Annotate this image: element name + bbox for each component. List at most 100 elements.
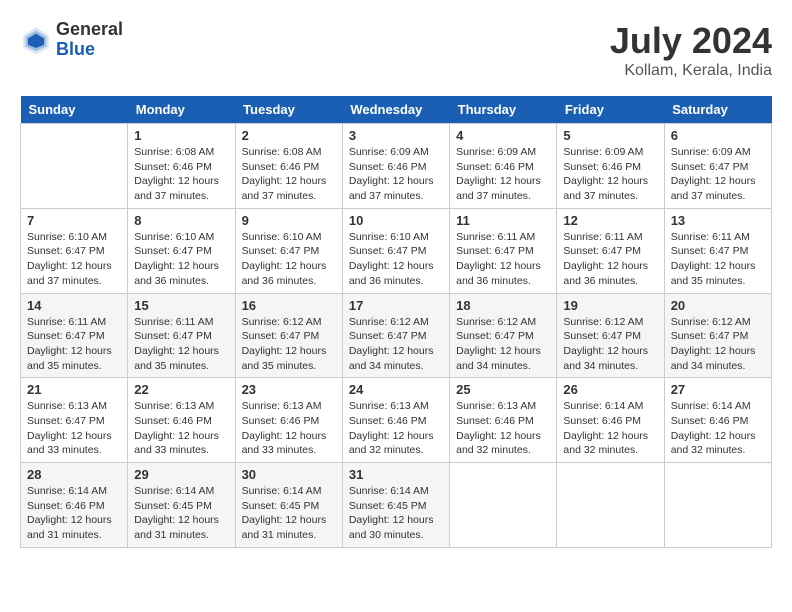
calendar-week-row: 1 Sunrise: 6:08 AMSunset: 6:46 PMDaylight… [21,124,772,209]
date-number: 23 [242,382,336,397]
cell-info: Sunrise: 6:12 AMSunset: 6:47 PMDaylight:… [671,315,765,374]
cell-info: Sunrise: 6:10 AMSunset: 6:47 PMDaylight:… [242,230,336,289]
cell-info: Sunrise: 6:08 AMSunset: 6:46 PMDaylight:… [242,145,336,204]
table-row: 10Sunrise: 6:10 AMSunset: 6:47 PMDayligh… [342,208,449,293]
cell-info: Sunrise: 6:14 AMSunset: 6:46 PMDaylight:… [563,399,657,458]
logo-general: General [56,20,123,40]
date-number: 1 [134,128,228,143]
logo-text: General Blue [56,20,123,60]
date-number: 29 [134,467,228,482]
date-number: 4 [456,128,550,143]
table-row: 17Sunrise: 6:12 AMSunset: 6:47 PMDayligh… [342,293,449,378]
title-area: July 2024 Kollam, Kerala, India [610,20,772,80]
header-sunday: Sunday [21,96,128,124]
date-number: 11 [456,213,550,228]
calendar-week-row: 7 Sunrise: 6:10 AMSunset: 6:47 PMDaylight… [21,208,772,293]
date-number: 16 [242,298,336,313]
cell-info: Sunrise: 6:09 AMSunset: 6:47 PMDaylight:… [671,145,765,204]
table-row: 26 Sunrise: 6:14 AMSunset: 6:46 PMDayligh… [557,378,664,463]
table-row: 24 Sunrise: 6:13 AMSunset: 6:46 PMDayligh… [342,378,449,463]
table-row: 28Sunrise: 6:14 AMSunset: 6:46 PMDayligh… [21,463,128,548]
table-row: 3Sunrise: 6:09 AMSunset: 6:46 PMDaylight… [342,124,449,209]
date-number: 19 [563,298,657,313]
cell-info: Sunrise: 6:14 AMSunset: 6:45 PMDaylight:… [242,484,336,543]
cell-info: Sunrise: 6:13 AMSunset: 6:46 PMDaylight:… [134,399,228,458]
cell-info: Sunrise: 6:12 AMSunset: 6:47 PMDaylight:… [242,315,336,374]
date-number: 15 [134,298,228,313]
table-row: 31 Sunrise: 6:14 AMSunset: 6:45 PMDayligh… [342,463,449,548]
cell-info: Sunrise: 6:09 AMSunset: 6:46 PMDaylight:… [349,145,443,204]
cell-info: Sunrise: 6:11 AMSunset: 6:47 PMDaylight:… [456,230,550,289]
cell-info: Sunrise: 6:13 AMSunset: 6:46 PMDaylight:… [242,399,336,458]
cell-info: Sunrise: 6:13 AMSunset: 6:46 PMDaylight:… [456,399,550,458]
date-number: 27 [671,382,765,397]
header-friday: Friday [557,96,664,124]
table-row: 9 Sunrise: 6:10 AMSunset: 6:47 PMDaylight… [235,208,342,293]
date-number: 20 [671,298,765,313]
table-row: 12 Sunrise: 6:11 AMSunset: 6:47 PMDayligh… [557,208,664,293]
date-number: 9 [242,213,336,228]
date-number: 2 [242,128,336,143]
cell-info: Sunrise: 6:10 AMSunset: 6:47 PMDaylight:… [134,230,228,289]
cell-info: Sunrise: 6:13 AMSunset: 6:47 PMDaylight:… [27,399,121,458]
date-number: 7 [27,213,121,228]
date-number: 22 [134,382,228,397]
calendar-week-row: 21 Sunrise: 6:13 AMSunset: 6:47 PMDayligh… [21,378,772,463]
table-row: 29Sunrise: 6:14 AMSunset: 6:45 PMDayligh… [128,463,235,548]
date-number: 24 [349,382,443,397]
table-row: 8Sunrise: 6:10 AMSunset: 6:47 PMDaylight… [128,208,235,293]
table-row: 15 Sunrise: 6:11 AMSunset: 6:47 PMDayligh… [128,293,235,378]
header-monday: Monday [128,96,235,124]
header-tuesday: Tuesday [235,96,342,124]
calendar-week-row: 14 Sunrise: 6:11 AMSunset: 6:47 PMDayligh… [21,293,772,378]
date-number: 6 [671,128,765,143]
table-row: 1 Sunrise: 6:08 AMSunset: 6:46 PMDaylight… [128,124,235,209]
header-saturday: Saturday [664,96,771,124]
date-number: 10 [349,213,443,228]
cell-info: Sunrise: 6:09 AMSunset: 6:46 PMDaylight:… [563,145,657,204]
main-title: July 2024 [610,20,772,62]
table-row: 18Sunrise: 6:12 AMSunset: 6:47 PMDayligh… [450,293,557,378]
calendar-week-row: 28Sunrise: 6:14 AMSunset: 6:46 PMDayligh… [21,463,772,548]
table-row [664,463,771,548]
table-row: 14 Sunrise: 6:11 AMSunset: 6:47 PMDayligh… [21,293,128,378]
table-row [450,463,557,548]
cell-info: Sunrise: 6:13 AMSunset: 6:46 PMDaylight:… [349,399,443,458]
logo-blue: Blue [56,40,123,60]
date-number: 31 [349,467,443,482]
table-row: 20 Sunrise: 6:12 AMSunset: 6:47 PMDayligh… [664,293,771,378]
logo-icon [20,24,52,56]
table-row: 11 Sunrise: 6:11 AMSunset: 6:47 PMDayligh… [450,208,557,293]
date-number: 12 [563,213,657,228]
calendar-header-row: Sunday Monday Tuesday Wednesday Thursday… [21,96,772,124]
cell-info: Sunrise: 6:11 AMSunset: 6:47 PMDaylight:… [27,315,121,374]
calendar-table: Sunday Monday Tuesday Wednesday Thursday… [20,96,772,548]
cell-info: Sunrise: 6:10 AMSunset: 6:47 PMDaylight:… [27,230,121,289]
table-row: 6 Sunrise: 6:09 AMSunset: 6:47 PMDaylight… [664,124,771,209]
date-number: 21 [27,382,121,397]
header-thursday: Thursday [450,96,557,124]
cell-info: Sunrise: 6:14 AMSunset: 6:46 PMDaylight:… [671,399,765,458]
date-number: 28 [27,467,121,482]
subtitle: Kollam, Kerala, India [610,62,772,80]
logo: General Blue [20,20,123,60]
table-row: 21 Sunrise: 6:13 AMSunset: 6:47 PMDayligh… [21,378,128,463]
date-number: 14 [27,298,121,313]
cell-info: Sunrise: 6:14 AMSunset: 6:45 PMDaylight:… [349,484,443,543]
table-row: 13Sunrise: 6:11 AMSunset: 6:47 PMDayligh… [664,208,771,293]
table-row: 7 Sunrise: 6:10 AMSunset: 6:47 PMDaylight… [21,208,128,293]
cell-info: Sunrise: 6:08 AMSunset: 6:46 PMDaylight:… [134,145,228,204]
table-row [21,124,128,209]
date-number: 13 [671,213,765,228]
header-wednesday: Wednesday [342,96,449,124]
date-number: 26 [563,382,657,397]
page-header: General Blue July 2024 Kollam, Kerala, I… [20,20,772,80]
table-row: 22 Sunrise: 6:13 AMSunset: 6:46 PMDayligh… [128,378,235,463]
date-number: 5 [563,128,657,143]
table-row: 23 Sunrise: 6:13 AMSunset: 6:46 PMDayligh… [235,378,342,463]
table-row: 27 Sunrise: 6:14 AMSunset: 6:46 PMDayligh… [664,378,771,463]
cell-info: Sunrise: 6:11 AMSunset: 6:47 PMDaylight:… [134,315,228,374]
cell-info: Sunrise: 6:11 AMSunset: 6:47 PMDaylight:… [563,230,657,289]
table-row: 5 Sunrise: 6:09 AMSunset: 6:46 PMDaylight… [557,124,664,209]
cell-info: Sunrise: 6:12 AMSunset: 6:47 PMDaylight:… [456,315,550,374]
